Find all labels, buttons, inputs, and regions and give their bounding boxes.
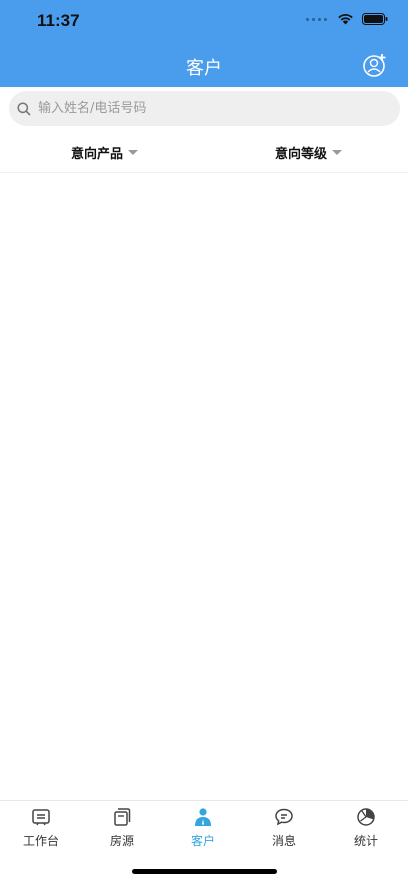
workbench-icon (32, 809, 50, 826)
filter-bar: 意向产品 意向等级 (0, 136, 408, 173)
tab-label: 消息 (271, 834, 296, 848)
signal-icon (306, 17, 327, 21)
search-icon (17, 101, 31, 116)
caret-down-icon (128, 150, 139, 155)
statistics-icon (357, 808, 375, 826)
status-time: 11:37 (37, 11, 80, 30)
tab-label: 统计 (353, 834, 378, 848)
app-header: 11:37 客户 (0, 0, 408, 87)
tab-label: 房源 (109, 834, 134, 848)
battery-icon (362, 13, 388, 25)
filter-intended-product[interactable]: 意向产品 (71, 143, 139, 162)
tab-listings[interactable]: 房源 (82, 807, 162, 849)
add-customer-icon[interactable] (362, 52, 388, 78)
customer-icon (195, 808, 211, 826)
tab-label: 工作台 (22, 834, 59, 848)
filter-label: 意向等级 (275, 147, 328, 162)
filter-intended-level[interactable]: 意向等级 (275, 143, 343, 162)
listings-icon (114, 808, 131, 826)
wifi-icon (338, 14, 353, 25)
status-icons (306, 13, 388, 25)
home-indicator (132, 869, 277, 874)
search-input[interactable] (36, 100, 400, 117)
tab-messages[interactable]: 消息 (244, 807, 324, 849)
tab-customer[interactable]: 客户 (163, 807, 243, 849)
caret-down-icon (332, 150, 343, 155)
search-bar[interactable] (9, 91, 400, 126)
tab-statistics[interactable]: 统计 (326, 807, 406, 849)
page-title: 客户 (186, 58, 222, 79)
tab-label: 客户 (190, 834, 215, 848)
filter-label: 意向产品 (71, 147, 124, 162)
message-icon (275, 808, 293, 826)
tab-workbench[interactable]: 工作台 (1, 807, 81, 849)
